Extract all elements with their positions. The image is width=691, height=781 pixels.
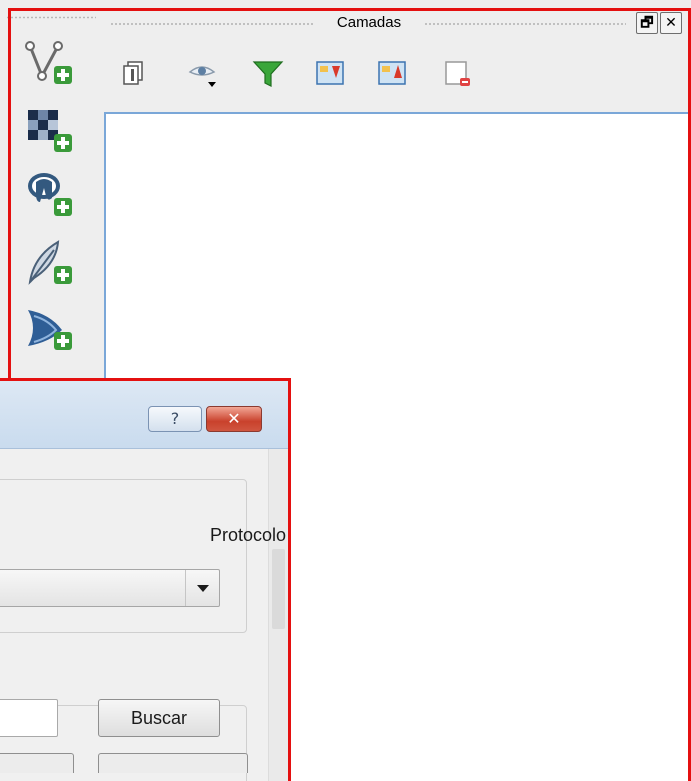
add-raster-layer-icon <box>28 110 72 152</box>
close-panel-button[interactable]: ✕ <box>660 12 682 34</box>
titlebar-grip-right <box>424 22 626 26</box>
filter-legend-icon <box>252 61 284 87</box>
add-vector-layer-button[interactable] <box>24 36 76 88</box>
add-mssql-layer-button[interactable] <box>24 302 76 354</box>
layers-panel-titlebar[interactable]: Camadas 🗗 ✕ <box>100 10 691 38</box>
expand-all-icon <box>316 61 344 85</box>
add-spatialite-layer-button[interactable] <box>24 236 76 288</box>
toolbar-grip[interactable] <box>6 16 96 19</box>
help-button[interactable]: ? <box>148 406 202 432</box>
protocol-select[interactable] <box>0 569 220 607</box>
close-dialog-button[interactable]: ✕ <box>206 406 262 432</box>
add-raster-layer-button[interactable] <box>24 104 76 156</box>
filter-legend-button[interactable] <box>250 56 286 92</box>
collapse-all-button[interactable] <box>374 56 410 92</box>
layers-panel-title: Camadas <box>336 14 402 31</box>
float-panel-button[interactable]: 🗗 <box>636 12 658 34</box>
protocol-groupbox <box>0 479 247 633</box>
add-postgis-layer-button[interactable] <box>24 168 76 220</box>
expand-all-button[interactable] <box>312 56 348 92</box>
chevron-down-icon[interactable] <box>185 570 219 606</box>
manage-visibility-icon <box>188 66 216 87</box>
add-postgis-layer-icon <box>28 173 72 216</box>
search-input[interactable] <box>0 699 58 737</box>
collapse-all-icon <box>378 61 406 85</box>
search-button[interactable]: Buscar <box>98 699 220 737</box>
add-spatialite-layer-icon <box>28 240 72 285</box>
app-window: Camadas 🗗 ✕ ? ✕ Protocolo Buscar <box>0 0 691 781</box>
add-group-icon <box>123 61 143 85</box>
add-group-button[interactable] <box>118 56 154 92</box>
dialog-scrollbar[interactable] <box>268 449 288 781</box>
layers-toolbar <box>100 46 691 106</box>
scrollbar-thumb[interactable] <box>272 549 285 629</box>
add-mssql-layer-icon <box>28 310 72 350</box>
connection-dialog: ? ✕ Protocolo Buscar <box>0 378 291 781</box>
protocol-label: Protocolo <box>210 525 287 545</box>
dialog-button-partial[interactable] <box>0 753 74 773</box>
remove-layer-button[interactable] <box>440 56 476 92</box>
dialog-titlebar[interactable]: ? ✕ <box>0 381 288 449</box>
add-vector-layer-icon <box>25 41 72 84</box>
titlebar-grip-left <box>110 22 313 26</box>
manage-visibility-button[interactable] <box>186 56 222 92</box>
remove-layer-icon <box>445 61 470 86</box>
dialog-button-partial[interactable] <box>98 753 248 773</box>
